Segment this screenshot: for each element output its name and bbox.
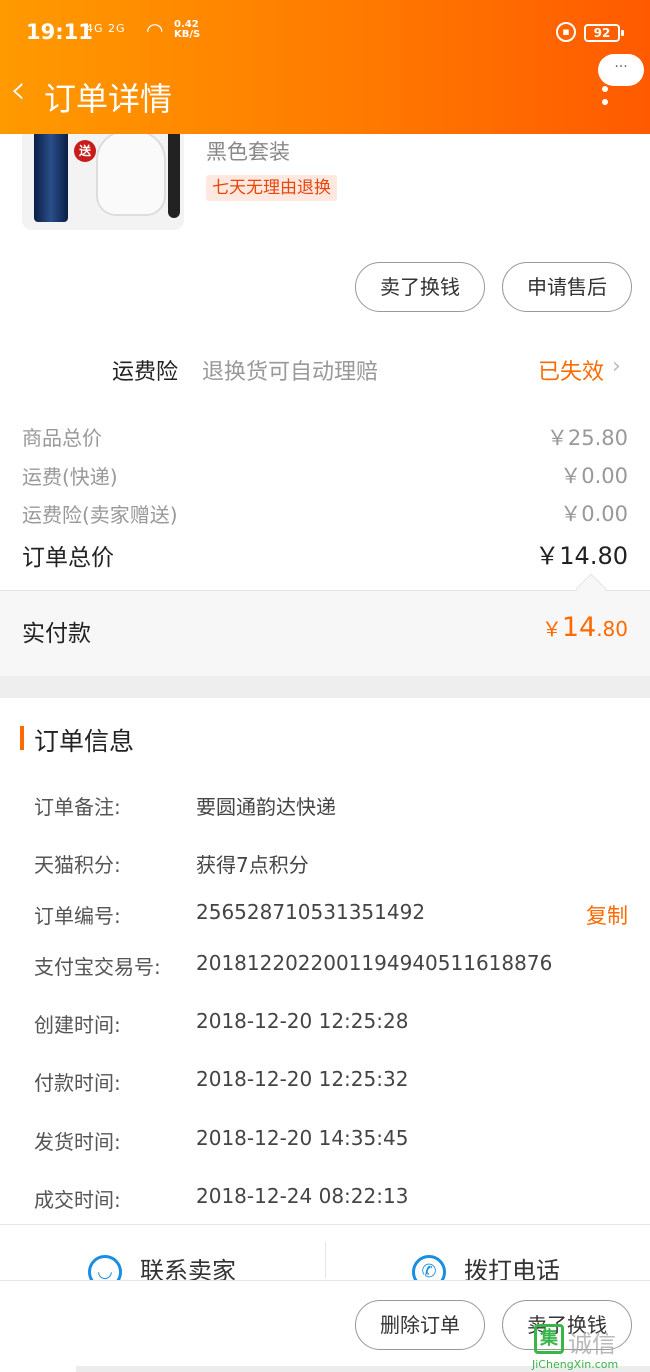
product-glove [96,130,166,216]
return-policy-tag: 七天无理由退换 [206,175,337,201]
order-info-title: 订单信息 [34,727,135,756]
info-label-created: 创建时间: [34,1013,121,1037]
info-value-paid: 2018-12-20 12:25:32 [196,1067,409,1091]
watermark-logo-icon: 集 [534,1324,564,1354]
info-value-shipped: 2018-12-20 14:35:45 [196,1126,409,1150]
section-gap [0,676,650,698]
more-bubble[interactable]: ··· [598,54,644,86]
info-label-completed: 成交时间: [34,1188,121,1212]
goods-total-label: 商品总价 [22,426,102,450]
call-button[interactable]: ✆ 拨打电话 [412,1251,560,1280]
product-variant: 黑色套装 [206,140,290,164]
shipping-insurance-label: 运费险(卖家赠送) [22,503,178,527]
info-label-points: 天猫积分: [34,853,121,877]
gift-badge: 送 [74,140,96,162]
product-brush [168,120,180,218]
shipping-label: 运费(快递) [22,465,118,489]
top-header: 19:11 4G 2G ◠ 0.42 KB/S ▪ 92 ‹ 订单详情 ··· [0,0,650,134]
watermark-text: 诚信 [568,1330,616,1358]
info-value-alipay: 2018122022001194940511618876 [196,951,553,975]
signal-indicator: 4G 2G [86,22,126,35]
info-value-points: 获得7点积分 [196,853,309,877]
section-accent-bar [20,726,24,750]
delete-order-button[interactable]: 删除订单 [355,1300,485,1350]
goods-total-value: ￥25.80 [546,426,628,450]
status-time: 19:11 [26,20,93,44]
page-title: 订单详情 [44,80,173,118]
lock-icon: ▪ [556,22,576,42]
more-menu-icon[interactable] [602,86,610,112]
paid-value: ￥14.80 [541,612,628,643]
info-label-paid: 付款时间: [34,1071,121,1095]
back-icon[interactable]: ‹ [10,70,26,110]
info-label-shipped: 发货时间: [34,1130,121,1154]
info-label-order-number: 订单编号: [34,904,121,928]
battery-icon: 92 [584,24,624,42]
paid-label: 实付款 [22,621,91,647]
order-total-value: ￥14.80 [535,542,628,570]
watermark: 集 诚信 JiChengXin.com [530,1318,648,1372]
info-value-created: 2018-12-20 12:25:28 [196,1009,409,1033]
after-sales-button[interactable]: 申请售后 [502,262,632,312]
chat-bubble-icon: ◡ [88,1255,122,1280]
contact-divider [325,1242,326,1278]
sell-button[interactable]: 卖了换钱 [355,262,485,312]
info-label-remark: 订单备注: [34,795,121,819]
phone-icon: ✆ [412,1255,446,1280]
info-label-alipay: 支付宝交易号: [34,955,161,979]
watermark-url: JiChengXin.com [532,1358,619,1371]
insurance-status[interactable]: 已失效 [538,354,604,386]
info-value-completed: 2018-12-24 08:22:13 [196,1184,409,1208]
shipping-insurance-value: ￥0.00 [560,502,628,526]
network-speed: 0.42 KB/S [174,19,201,40]
chevron-right-icon[interactable]: › [612,354,621,379]
status-bar: 19:11 4G 2G ◠ 0.42 KB/S ▪ 92 [0,0,650,66]
contact-seller-button[interactable]: ◡ 联系卖家 [88,1251,236,1280]
order-total-label: 订单总价 [22,545,114,571]
shipping-value: ￥0.00 [560,464,628,488]
copy-order-number-link[interactable]: 复制 [586,900,628,930]
insurance-label: 运费险 [112,360,179,385]
insurance-description: 退换货可自动理赔 [202,360,379,385]
wifi-icon: ◠ [146,18,164,42]
info-value-order-number: 256528710531351492 [196,900,426,924]
info-value-remark: 要圆通韵达快递 [196,795,336,819]
